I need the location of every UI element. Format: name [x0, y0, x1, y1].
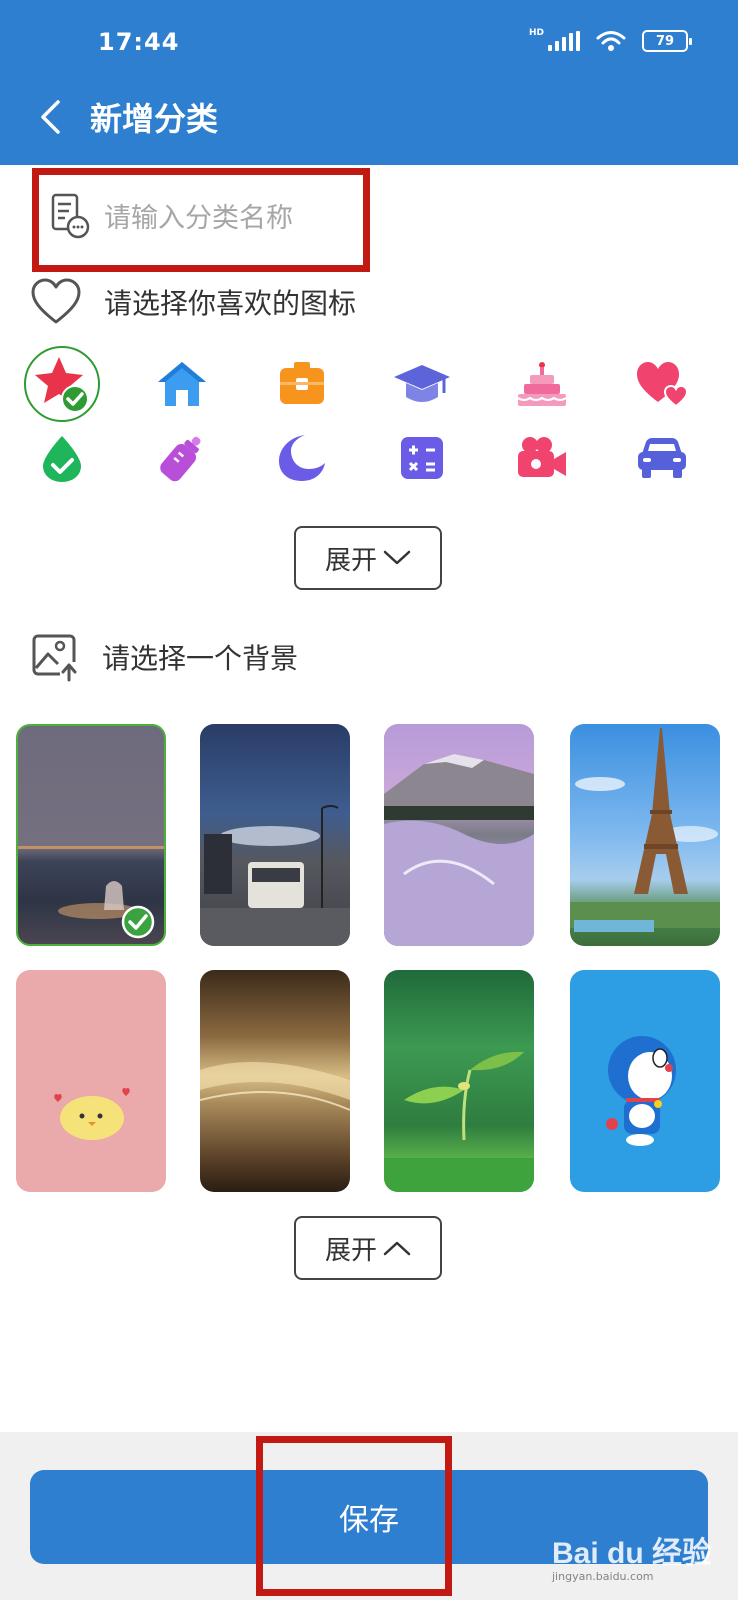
- background-option-beach[interactable]: [16, 724, 166, 946]
- battery-level: 79: [655, 33, 675, 49]
- star-icon: [35, 357, 89, 413]
- pink-chick-image: [54, 1087, 130, 1140]
- background-option-sprout[interactable]: [384, 970, 534, 1192]
- icon-option-home[interactable]: [144, 346, 220, 422]
- background-option-doraemon[interactable]: [570, 970, 720, 1192]
- water-drop-check-icon: [43, 436, 81, 482]
- watermark: Bai du 经验 jingyan.baidu.com: [552, 1528, 712, 1583]
- category-name-input[interactable]: [104, 193, 354, 243]
- status-time: 17:44: [98, 28, 180, 56]
- image-upload-icon: [32, 634, 78, 682]
- document-chat-icon: [51, 193, 90, 239]
- category-name-row: [32, 168, 370, 272]
- golden-wave-image: [200, 1062, 350, 1111]
- icon-option-bottle[interactable]: [144, 420, 220, 496]
- icon-section-label: 请选择你喜欢的图标: [104, 287, 357, 320]
- icon-option-graduation[interactable]: [384, 346, 460, 422]
- signal-icon: [548, 31, 580, 51]
- doraemon-image: [606, 1036, 676, 1146]
- car-icon: [638, 438, 686, 478]
- icon-option-drop[interactable]: [24, 420, 100, 496]
- beach-dusk-image: [18, 846, 164, 939]
- background-option-street[interactable]: [200, 724, 350, 946]
- icon-option-calculator[interactable]: [384, 420, 460, 496]
- watermark-sub: jingyan.baidu.com: [552, 1570, 654, 1583]
- icon-option-cake[interactable]: [504, 346, 580, 422]
- cake-icon: [517, 362, 567, 406]
- watermark-main: Bai du 经验: [552, 1537, 713, 1570]
- baby-bottle-icon: [160, 436, 201, 482]
- chevron-up-icon: [383, 1241, 411, 1256]
- save-button-label: 保存: [339, 1503, 399, 1538]
- snow-mountain-image: [384, 754, 534, 946]
- background-section-label: 请选择一个背景: [102, 642, 299, 675]
- icon-option-heart[interactable]: [624, 346, 700, 422]
- wifi-icon: [596, 31, 626, 51]
- expand-backgrounds-label: 展开: [324, 1235, 377, 1266]
- background-option-chick[interactable]: [16, 970, 166, 1192]
- background-option-eiffel[interactable]: [570, 724, 720, 946]
- selected-check-badge: [121, 905, 155, 939]
- eiffel-tower-image: [570, 728, 720, 932]
- street-bus-image: [200, 805, 350, 946]
- video-camera-icon: [518, 437, 566, 477]
- expand-icons-label: 展开: [324, 545, 377, 576]
- app-header: 17:44 HD 79 新增分类: [0, 0, 738, 165]
- background-section-header: 请选择一个背景: [30, 632, 298, 682]
- briefcase-icon: [280, 362, 324, 404]
- icon-option-moon[interactable]: [264, 420, 340, 496]
- graduation-cap-icon: [394, 365, 450, 402]
- expand-backgrounds-button[interactable]: 展开: [294, 1216, 442, 1280]
- network-type: HD: [528, 28, 544, 38]
- icon-option-briefcase[interactable]: [264, 346, 340, 422]
- heart-outline-icon: [31, 278, 81, 324]
- chevron-down-icon: [383, 550, 411, 565]
- icon-option-video[interactable]: [504, 420, 580, 496]
- heart-icon: [637, 362, 689, 408]
- background-option-snow[interactable]: [384, 724, 534, 946]
- icon-option-star[interactable]: [24, 346, 100, 422]
- expand-icons-button[interactable]: 展开: [294, 526, 442, 590]
- green-sprout-image: [384, 1051, 534, 1192]
- battery-icon: 79: [642, 30, 692, 52]
- calculator-icon: [401, 437, 443, 479]
- back-button[interactable]: [30, 92, 70, 142]
- icon-section-header: 请选择你喜欢的图标: [30, 278, 356, 326]
- page-title: 新增分类: [90, 100, 219, 138]
- chevron-left-icon: [41, 100, 60, 134]
- home-icon: [158, 362, 206, 406]
- moon-icon: [279, 435, 325, 481]
- icon-option-car[interactable]: [624, 420, 700, 496]
- background-option-gold[interactable]: [200, 970, 350, 1192]
- status-icons: HD 79: [528, 28, 692, 52]
